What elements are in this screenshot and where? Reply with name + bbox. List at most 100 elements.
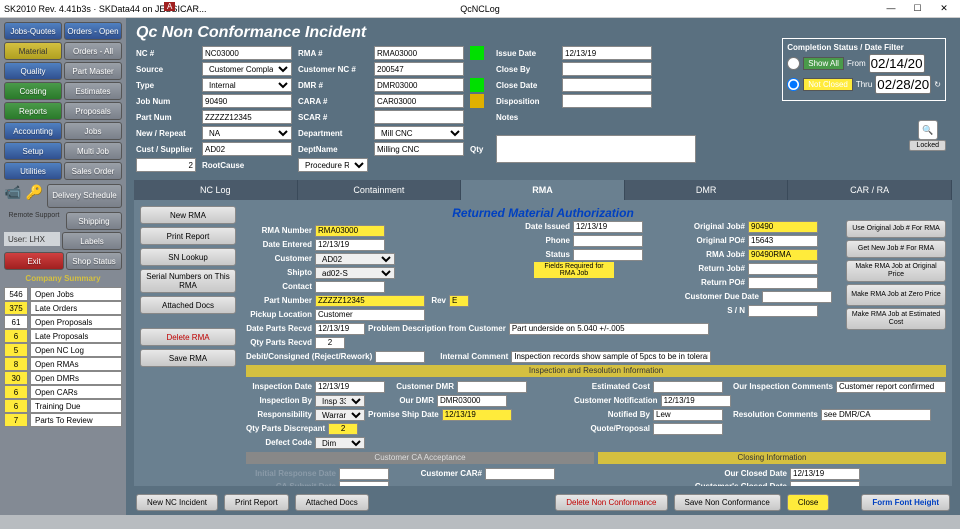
exit-button[interactable]: Exit xyxy=(4,252,64,270)
camera-icon[interactable]: 📹 xyxy=(4,184,21,208)
qtyrecv-input[interactable] xyxy=(315,337,345,349)
rmanum-input[interactable] xyxy=(315,225,385,237)
retjob-input[interactable] xyxy=(748,263,818,275)
nav-quality[interactable]: Quality xyxy=(4,62,62,80)
key-icon[interactable]: 🔑 xyxy=(25,184,42,208)
nav-orders-all[interactable]: Orders - All xyxy=(64,42,122,60)
notes-text[interactable]: Customer returned 2 pcs claiming discrep… xyxy=(496,135,696,163)
new-nc-button[interactable]: New NC Incident xyxy=(136,494,218,511)
tab-nclog[interactable]: NC Log xyxy=(134,180,298,200)
summary-link[interactable]: Late Proposals xyxy=(30,329,122,343)
tab-containment[interactable]: Containment xyxy=(298,180,462,200)
make-est-cost-button[interactable]: Make RMA Job at Estimated Cost xyxy=(846,308,946,330)
nav-material[interactable]: Material xyxy=(4,42,62,60)
maximize-button[interactable]: ☐ xyxy=(905,3,929,14)
summary-link[interactable]: Open Proposals xyxy=(30,315,122,329)
debit-input[interactable] xyxy=(375,351,425,363)
nav-setup[interactable]: Setup xyxy=(4,142,62,160)
closeby-input[interactable] xyxy=(562,62,652,76)
retpo-input[interactable] xyxy=(748,277,818,289)
partnum-input[interactable] xyxy=(315,295,425,307)
scar-input[interactable] xyxy=(374,110,464,124)
nav-jobs[interactable]: Jobs xyxy=(64,122,122,140)
customer-select[interactable]: AD02 xyxy=(315,253,395,265)
custnc-input[interactable] xyxy=(374,62,464,76)
ourdmr-input[interactable] xyxy=(437,395,507,407)
part-input[interactable] xyxy=(202,110,292,124)
custcar-input[interactable] xyxy=(485,468,555,480)
status-input[interactable] xyxy=(573,249,643,261)
nav-costing[interactable]: Costing xyxy=(4,82,62,100)
root-select[interactable]: Procedure Related xyxy=(298,158,368,172)
daterecv-input[interactable] xyxy=(315,323,365,335)
sn-input[interactable] xyxy=(748,305,818,317)
tab-rma[interactable]: RMA xyxy=(461,180,625,200)
lock-button[interactable]: 🔍 Locked xyxy=(909,120,946,151)
delete-rma-button[interactable]: Delete RMA xyxy=(140,328,236,346)
tab-dmr[interactable]: DMR xyxy=(625,180,789,200)
get-new-job-button[interactable]: Get New Job # For RMA xyxy=(846,240,946,258)
origpo-input[interactable] xyxy=(748,235,818,247)
sn-lookup-button[interactable]: SN Lookup xyxy=(140,248,236,266)
origjob-input[interactable] xyxy=(748,221,818,233)
print-report-button[interactable]: Print Report xyxy=(140,227,236,245)
nr-select[interactable]: NA xyxy=(202,126,292,140)
notclosed-radio[interactable] xyxy=(787,78,800,91)
nc-input[interactable] xyxy=(202,46,292,60)
serial-numbers-button[interactable]: Serial Numbers on This RMA xyxy=(140,269,236,293)
minimize-button[interactable]: — xyxy=(879,3,903,13)
casubmit-input[interactable] xyxy=(339,481,389,487)
shipto-select[interactable]: ad02-S xyxy=(315,267,395,279)
rmajob-input[interactable] xyxy=(748,249,818,261)
summary-link[interactable]: Training Due xyxy=(30,399,122,413)
nav-jobs-quotes[interactable]: Jobs-Quotes xyxy=(4,22,62,40)
cara-input[interactable] xyxy=(374,94,464,108)
issue-date-input[interactable] xyxy=(562,46,652,60)
font-height-button[interactable]: Form Font Height xyxy=(861,494,950,511)
save-nc-button[interactable]: Save Non Conformance xyxy=(674,494,781,511)
nav-shop-status[interactable]: Shop Status xyxy=(66,252,122,270)
problem-input[interactable] xyxy=(509,323,709,335)
inspby-select[interactable]: Insp 33 xyxy=(315,395,365,407)
delete-nc-button[interactable]: Delete Non Conformance xyxy=(555,494,667,511)
inspdate-input[interactable] xyxy=(315,381,385,393)
close-window-button[interactable]: ✕ xyxy=(932,3,956,14)
deptname-input[interactable] xyxy=(374,142,464,156)
dateent-input[interactable] xyxy=(315,239,385,251)
ourinsp-input[interactable] xyxy=(836,381,946,393)
dept-select[interactable]: Mill CNC xyxy=(374,126,464,140)
new-rma-button[interactable]: New RMA xyxy=(140,206,236,224)
nav-multi-job[interactable]: Multi Job xyxy=(64,142,122,160)
custnotif-input[interactable] xyxy=(661,395,731,407)
qp-input[interactable] xyxy=(653,423,723,435)
footer-print-button[interactable]: Print Report xyxy=(224,494,289,511)
summary-link[interactable]: Parts To Review xyxy=(30,413,122,427)
type-select[interactable]: Internal xyxy=(202,78,292,92)
refresh-icon[interactable]: ↻ xyxy=(934,80,941,89)
nav-labels[interactable]: Labels xyxy=(62,232,122,250)
attached-docs-button[interactable]: Attached Docs xyxy=(140,296,236,314)
ourclosed-input[interactable] xyxy=(790,468,860,480)
nav-shipping[interactable]: Shipping xyxy=(66,212,122,230)
footer-docs-button[interactable]: Attached Docs xyxy=(295,494,369,511)
nav-sales-order[interactable]: Sales Order xyxy=(64,162,122,180)
pickup-input[interactable] xyxy=(315,309,425,321)
custclosed-input[interactable] xyxy=(790,481,860,487)
rma-input[interactable] xyxy=(374,46,464,60)
source-select[interactable]: Customer Complai xyxy=(202,62,292,76)
nav-estimates[interactable]: Estimates xyxy=(64,82,122,100)
initresp-input[interactable] xyxy=(339,468,389,480)
custdue-input[interactable] xyxy=(762,291,832,303)
defect-select[interactable]: Dim xyxy=(315,437,365,449)
make-zero-price-button[interactable]: Make RMA Job at Zero Price xyxy=(846,284,946,306)
summary-link[interactable]: Open DMRs xyxy=(30,371,122,385)
internal-input[interactable] xyxy=(511,351,711,363)
qtydisc-input[interactable] xyxy=(328,423,358,435)
summary-link[interactable]: Open CARs xyxy=(30,385,122,399)
dateiss-input[interactable] xyxy=(573,221,643,233)
cust-input[interactable] xyxy=(202,142,292,156)
use-orig-job-button[interactable]: Use Original Job # For RMA xyxy=(846,220,946,238)
nav-delivery-schedule[interactable]: Delivery Schedule xyxy=(47,184,122,208)
contact-input[interactable] xyxy=(315,281,385,293)
job-input[interactable] xyxy=(202,94,292,108)
